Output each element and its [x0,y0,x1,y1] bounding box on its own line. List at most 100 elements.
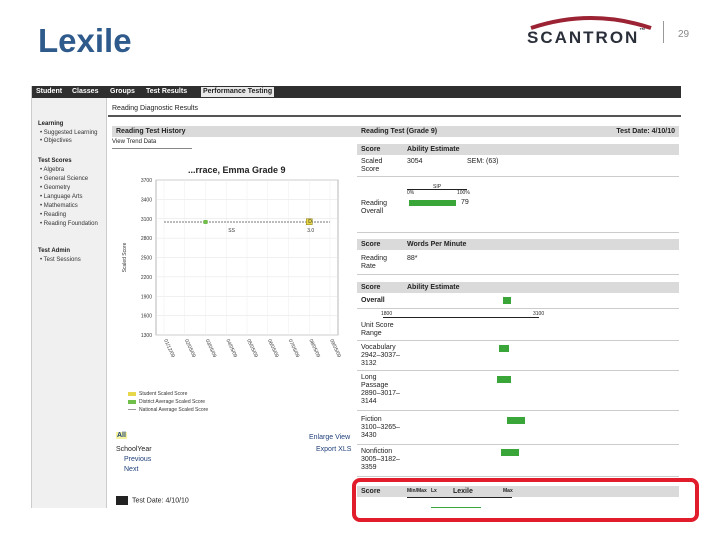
nav-link-language-arts[interactable]: Language Arts [40,194,83,200]
results-title: Reading Diagnostic Results [112,105,198,112]
legend-national: National Average Scaled Score [128,407,208,413]
long-passage-marker [497,376,511,383]
reading-rate-label: Reading Rate [361,255,388,270]
scale-100-label: 100% [457,190,470,196]
legend-label-student: Student Scaled Score [139,391,188,397]
y-tick-label: 2200 [141,275,152,281]
legend-label-district: District Average Scaled Score [139,399,206,405]
tab-groups[interactable]: Groups [108,87,137,97]
long-passage-label: Long Passage 2890–3017– 3144 [361,374,400,405]
x-tick-label: 04/05/09 [224,338,238,358]
reading-rate-row: Reading Rate 88* [357,252,679,275]
nav-heading-test-admin: Test Admin [38,248,71,254]
x-tick-label: 02/05/09 [183,338,197,358]
header-divider [663,21,664,43]
nav-link-reading-foundation[interactable]: Reading Foundation [40,221,98,227]
legend-student: Student Scaled Score [128,391,187,397]
nav-link-objectives[interactable]: Objectives [40,138,72,144]
x-tick-label: 07/05/09 [287,338,301,358]
score-header-row-2: Score Words Per Minute [357,239,679,250]
overall-marker [503,297,511,304]
overall-row: Overall [357,294,679,309]
results-header: Reading Diagnostic Results [108,102,681,117]
score-chart: 3700 3400 3100 2800 2500 2200 1900 1600 1300 01/1… [122,178,342,359]
tab-student[interactable]: Student [34,87,64,97]
nav-heading-test-scores: Test Scores [38,158,72,164]
nav-link-general-science[interactable]: General Science [40,176,88,182]
test-history-panel: Reading Test History View Trend Data ...… [112,126,358,506]
y-tick-label: 2800 [141,236,152,242]
reading-rate-value: 88* [407,255,418,262]
all-link[interactable]: All [116,432,127,439]
reading-test-header: Reading Test (Grade 9) Test Date: 4/10/1… [357,126,679,137]
range-line [383,317,539,318]
sem-value: SEM: (63) [467,158,499,165]
overall-label: Overall [361,297,385,304]
school-year-label: SchoolYear [116,446,152,453]
tab-bar: Student Classes Groups Test Results Perf… [32,86,681,98]
tab-classes[interactable]: Classes [70,87,100,97]
legend-swatch-national [128,409,136,411]
fiction-label: Fiction 3100–3265– 3430 [361,416,400,439]
logo-text: SCANTRON [527,28,640,47]
reading-overall-label: Reading Overall [361,200,388,215]
app-screenshot: Student Classes Groups Test Results Perf… [31,86,681,508]
scaled-score-value: 3054 [407,158,423,165]
y-tick-label: 1600 [141,314,152,320]
ability-col-header-2: Ability Estimate [407,284,460,291]
legend-swatch-student [128,391,136,396]
score-header-row-1: Score Ability Estimate [357,144,679,155]
nonfiction-marker [501,449,519,456]
legend-swatch-district [128,399,136,404]
score-col-header: Score [361,146,381,153]
view-trend-link[interactable]: View Trend Data [112,139,192,149]
vocabulary-label: Vocabulary 2942–3037– 3132 [361,344,400,367]
tab-test-results[interactable]: Test Results [144,87,189,97]
previous-link[interactable]: Previous [124,456,151,463]
y-tick-label: 1300 [141,333,152,339]
nav-heading-learning: Learning [38,121,64,127]
wpm-col-header: Words Per Minute [407,241,467,248]
vocabulary-marker [499,345,509,352]
slide-title: Lexile [38,22,132,59]
chart-title: ...rrace, Emma Grade 9 [188,165,286,175]
next-link[interactable]: Next [124,466,138,473]
annotation-ss: SS [228,228,235,234]
long-passage-row: Long Passage 2890–3017– 3144 [357,372,679,411]
export-xls-link[interactable]: Export XLS [316,446,351,453]
y-tick-label: 1900 [141,294,152,300]
series-district-point [203,219,208,224]
nav-link-algebra[interactable]: Algebra [40,167,64,173]
scaled-score-row: Scaled Score 3054 SEM: (63) [357,156,679,177]
nav-link-suggested-learning[interactable]: Suggested Learning [40,130,98,136]
scaled-score-label: Scaled Score [361,158,383,173]
x-tick-label: 06/05/09 [266,338,280,358]
nonfiction-row: Nonfiction 3005–3182– 3359 [357,446,679,477]
y-tick-label: 3100 [141,217,152,223]
nav-link-test-sessions[interactable]: Test Sessions [40,257,81,263]
nav-link-mathematics[interactable]: Mathematics [40,203,78,209]
y-tick-label: 3700 [141,178,152,184]
nonfiction-label: Nonfiction 3005–3182– 3359 [361,448,400,471]
score-col-header-3: Score [361,284,381,291]
sip-bar [409,200,456,206]
logo-trademark: ™ [639,28,648,34]
reading-test-date: Test Date: 4/10/10 [616,128,675,135]
y-axis-label: Scaled Score [122,242,128,272]
left-nav: Learning Suggested Learning Objectives T… [32,98,107,508]
reading-test-panel: Reading Test (Grade 9) Test Date: 4/10/1… [357,126,679,508]
lexile-highlight-box [352,478,699,522]
vocabulary-row: Vocabulary 2942–3037– 3132 [357,342,679,371]
enlarge-view-link[interactable]: Enlarge View [309,434,350,441]
tab-performance-testing[interactable]: Performance Testing [201,87,275,97]
x-tick-label: 08/05/09 [307,338,321,358]
annotation-value: 3.0 [307,228,314,234]
legend-label-national: National Average Scaled Score [139,407,209,413]
x-tick-label: 03/05/09 [204,338,218,358]
nav-link-geometry[interactable]: Geometry [40,185,70,191]
test-date-row: Test Date: 4/10/10 [116,496,189,505]
legend-district: District Average Scaled Score [128,399,205,405]
score-col-header-2: Score [361,241,381,248]
nav-link-reading[interactable]: Reading [40,212,66,218]
y-tick-label: 3400 [141,197,152,203]
